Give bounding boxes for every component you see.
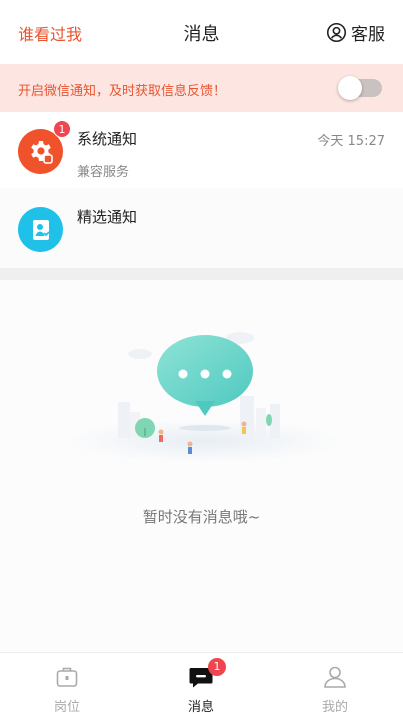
selected-notice-avatar	[18, 207, 63, 252]
message-title: 精选通知	[77, 208, 138, 226]
list-item-system-notice[interactable]: 1 系统通知 兼容服务 今天 15:27	[0, 112, 403, 188]
wechat-notice-text: 开启微信通知，及时获取信息反馈！	[18, 84, 227, 99]
empty-state: 暂时没有消息哦~	[0, 280, 403, 652]
unread-badge: 1	[53, 120, 71, 138]
list-item-selected-notice[interactable]: 精选通知	[0, 188, 403, 268]
document-icon	[27, 216, 55, 244]
tab-messages[interactable]: 1 消息	[134, 653, 268, 716]
bottom-tab-bar: 岗位 1 消息 我的	[0, 652, 403, 716]
customer-service-button[interactable]: 客服	[326, 20, 385, 45]
tab-label: 消息	[187, 700, 214, 715]
section-divider	[0, 268, 403, 280]
user-icon	[322, 664, 348, 690]
message-preview: 兼容服务	[77, 165, 130, 180]
customer-service-label: 客服	[351, 25, 385, 45]
message-icon: 1	[188, 658, 226, 690]
gear-icon	[27, 138, 55, 166]
tab-label: 岗位	[53, 700, 80, 715]
briefcase-icon	[54, 664, 80, 690]
toggle-knob	[338, 76, 362, 100]
message-time: 今天 15:27	[317, 134, 385, 149]
empty-state-text: 暂时没有消息哦~	[142, 508, 261, 526]
tab-label: 我的	[321, 700, 348, 715]
tab-profile[interactable]: 我的	[268, 653, 402, 716]
tab-unread-badge: 1	[208, 658, 226, 676]
tab-jobs[interactable]: 岗位	[0, 653, 134, 716]
empty-messages-illustration	[60, 316, 350, 466]
top-navbar: 谁看过我 消息 客服	[0, 0, 403, 64]
wechat-notify-toggle[interactable]	[338, 76, 382, 100]
headset-icon	[326, 22, 347, 43]
message-title: 系统通知	[77, 130, 138, 148]
